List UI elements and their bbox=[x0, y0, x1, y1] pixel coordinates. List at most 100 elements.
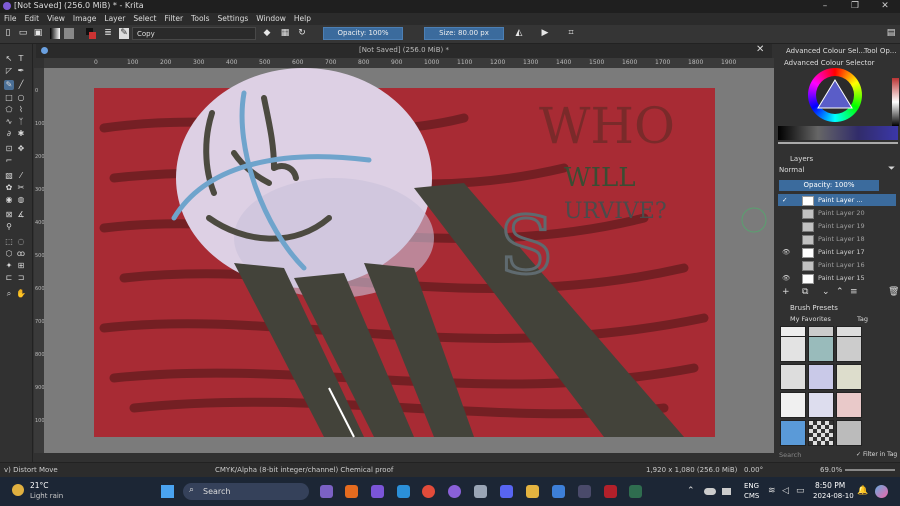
notification-bell-icon[interactable]: 🔔 bbox=[857, 486, 868, 496]
weather-temp[interactable]: 21°C bbox=[30, 481, 49, 490]
line-tool-icon[interactable]: ╱ bbox=[16, 80, 26, 90]
filter-icon[interactable]: ⏷ bbox=[888, 164, 895, 174]
layer-item[interactable]: 👁 Paint Layer 17 bbox=[778, 246, 896, 258]
brush-preset-tile[interactable] bbox=[836, 336, 862, 362]
ellipse-select-icon[interactable]: ◌ bbox=[16, 237, 26, 247]
display-icon[interactable] bbox=[722, 488, 731, 495]
roblox-icon[interactable] bbox=[474, 485, 487, 498]
menu-file[interactable]: File bbox=[0, 13, 21, 25]
move-down-icon[interactable]: ⌄ bbox=[822, 287, 830, 297]
enclose-fill-icon[interactable]: ◍ bbox=[16, 195, 26, 205]
bezier-select-icon[interactable]: ⊏ bbox=[4, 273, 14, 283]
weather-desc[interactable]: Light rain bbox=[30, 492, 63, 500]
colour-patches[interactable] bbox=[778, 126, 898, 140]
lang-indicator[interactable]: ENG bbox=[744, 482, 759, 490]
zoom-tool-icon[interactable]: ⌕ bbox=[4, 289, 14, 299]
colourize-mask-icon[interactable]: ✿ bbox=[4, 183, 14, 193]
move-up-icon[interactable]: ⌃ bbox=[836, 287, 844, 297]
docker-menu-icon[interactable]: ▤ bbox=[886, 28, 896, 39]
freehand-brush-icon[interactable]: ✎ bbox=[4, 80, 14, 90]
brush-preset-tile[interactable] bbox=[836, 420, 862, 446]
maximize-button[interactable]: ❐ bbox=[840, 0, 870, 13]
dynamic-brush-icon[interactable]: ∂ bbox=[4, 129, 14, 139]
gradient-tool-icon[interactable]: ▧ bbox=[4, 171, 14, 181]
brush-preset-tile[interactable] bbox=[808, 420, 834, 446]
mirror-vertical-icon[interactable]: ▶ bbox=[540, 28, 550, 39]
start-button-icon[interactable] bbox=[161, 485, 174, 498]
layer-item[interactable]: Paint Layer 18 bbox=[778, 233, 896, 245]
text-tool-icon[interactable]: T bbox=[16, 54, 26, 64]
battery-icon[interactable]: ▭ bbox=[796, 486, 805, 496]
save-icon[interactable]: ▣ bbox=[33, 28, 43, 39]
bezier-tool-icon[interactable]: ∿ bbox=[4, 117, 14, 127]
document-tab-title[interactable]: [Not Saved] (256.0 MiB) * bbox=[36, 46, 772, 54]
ellipse-tool-icon[interactable]: ○ bbox=[16, 93, 26, 103]
close-document-icon[interactable]: ✕ bbox=[756, 44, 764, 55]
chrome-icon[interactable] bbox=[422, 485, 435, 498]
layer-item[interactable]: Paint Layer 20 bbox=[778, 207, 896, 219]
clock-time[interactable]: 8:50 PM bbox=[815, 481, 845, 490]
clock-date[interactable]: 2024-08-10 bbox=[813, 492, 854, 500]
crop-tool-icon[interactable]: ⌐ bbox=[4, 156, 14, 166]
layer-item[interactable]: Paint Layer 16 bbox=[778, 259, 896, 271]
edit-shapes-icon[interactable]: ◸ bbox=[4, 66, 14, 76]
colour-slider[interactable] bbox=[778, 142, 898, 144]
menu-layer[interactable]: Layer bbox=[100, 13, 129, 25]
select-shapes-icon[interactable]: ↖ bbox=[4, 54, 14, 64]
contiguous-select-icon[interactable]: ✦ bbox=[4, 261, 14, 271]
similar-select-icon[interactable]: ⊞ bbox=[16, 261, 26, 271]
eye-icon[interactable]: 👁 bbox=[782, 272, 790, 284]
layer-item[interactable]: ✓ Paint Layer ... bbox=[778, 194, 896, 206]
colour-picker-icon[interactable]: ⁄ bbox=[16, 171, 26, 181]
alpha-lock-icon[interactable]: ▦ bbox=[280, 28, 290, 39]
polygon-select-icon[interactable]: ⬡ bbox=[4, 249, 14, 259]
docker-tab-tool-options[interactable]: Tool Op... bbox=[864, 46, 896, 56]
menu-filter[interactable]: Filter bbox=[160, 13, 187, 25]
layer-blend-select[interactable]: Normal bbox=[779, 165, 879, 176]
app-icon-2[interactable] bbox=[578, 485, 591, 498]
status-rotation[interactable]: 0.00° bbox=[744, 463, 763, 477]
taskbar-search[interactable]: ⌕ Search bbox=[183, 483, 309, 500]
opacity-slider[interactable]: Opacity: 100% bbox=[323, 27, 403, 40]
task-view-icon[interactable] bbox=[320, 485, 333, 498]
polygon-tool-icon[interactable]: ⬠ bbox=[4, 105, 14, 115]
brush-preset-tile[interactable] bbox=[780, 364, 806, 390]
menu-tools[interactable]: Tools bbox=[187, 13, 213, 25]
filter-in-tag-checkbox[interactable]: ✓ Filter in Tag bbox=[856, 450, 900, 460]
status-zoom[interactable]: 69.0% bbox=[820, 463, 842, 477]
close-button[interactable]: ✕ bbox=[870, 0, 900, 13]
onedrive-icon[interactable] bbox=[704, 488, 716, 495]
reference-tool-icon[interactable]: ⚲ bbox=[4, 222, 14, 232]
open-folder-icon[interactable]: ▭ bbox=[18, 28, 28, 39]
freehand-path-icon[interactable]: ᛉ bbox=[16, 117, 26, 127]
transform-tool-icon[interactable]: ⊡ bbox=[4, 144, 14, 154]
move-tool-icon[interactable]: ✥ bbox=[16, 144, 26, 154]
menu-select[interactable]: Select bbox=[129, 13, 160, 25]
brush-tag-select[interactable]: My Favorites bbox=[790, 314, 840, 324]
ime-indicator[interactable]: CMS bbox=[744, 492, 759, 500]
wrap-icon[interactable]: ⌗ bbox=[566, 28, 576, 39]
menu-help[interactable]: Help bbox=[290, 13, 315, 25]
brush-preset-icon[interactable]: ✎ bbox=[119, 28, 129, 39]
pan-tool-icon[interactable]: ✋ bbox=[16, 289, 26, 299]
eraser-icon[interactable]: ◆ bbox=[262, 28, 272, 39]
rectangle-tool-icon[interactable]: □ bbox=[4, 93, 14, 103]
menu-window[interactable]: Window bbox=[252, 13, 290, 25]
layer-item[interactable]: Paint Layer 19 bbox=[778, 220, 896, 232]
brush-preset-tile[interactable] bbox=[808, 392, 834, 418]
blend-mode-select[interactable]: Copy bbox=[132, 27, 256, 40]
fg-bg-colour-icon[interactable] bbox=[86, 28, 96, 39]
mirror-horizontal-icon[interactable]: ◭ bbox=[514, 28, 524, 39]
new-document-icon[interactable]: ▯ bbox=[3, 28, 13, 39]
size-slider[interactable]: Size: 80.00 px bbox=[424, 27, 504, 40]
polyline-tool-icon[interactable]: ⌇ bbox=[16, 105, 26, 115]
brush-search-input[interactable]: Search bbox=[779, 450, 849, 460]
rect-select-icon[interactable]: ⬚ bbox=[4, 237, 14, 247]
layer-properties-icon[interactable]: ≡ bbox=[850, 287, 858, 297]
docker-tab-colour-selector[interactable]: Advanced Colour Sel... bbox=[786, 46, 865, 56]
wifi-icon[interactable]: ≋ bbox=[768, 486, 776, 496]
duplicate-layer-icon[interactable]: ⧉ bbox=[802, 287, 808, 297]
zoom-slider[interactable] bbox=[845, 469, 895, 471]
magnetic-select-icon[interactable]: ⊐ bbox=[16, 273, 26, 283]
brush-preset-tile[interactable] bbox=[780, 392, 806, 418]
